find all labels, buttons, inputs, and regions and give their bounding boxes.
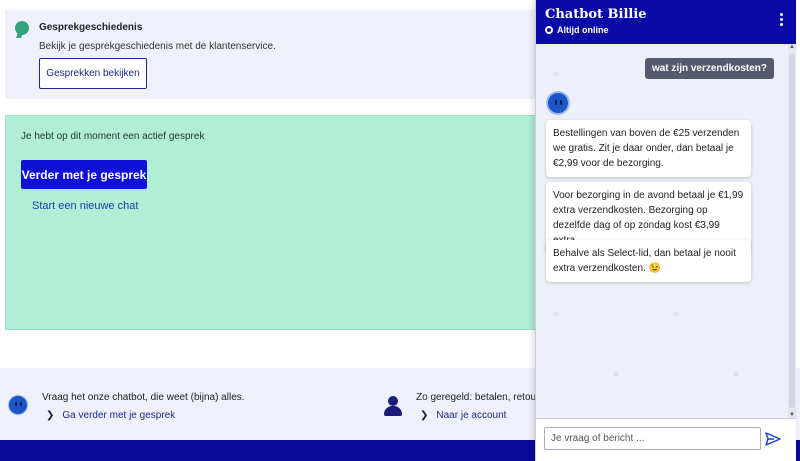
chatbot-avatar-icon [8,395,28,415]
chatbot-avatar-icon [546,91,570,115]
send-icon[interactable] [765,431,781,447]
chat-header: Chatbot Billie Altijd online [536,0,796,44]
footer-account-link-label: Naar je account [436,410,507,421]
history-description: Bekijk je gesprekgeschiedenis met de kla… [39,41,276,52]
bot-message: Bestellingen van boven de €25 verzenden … [546,120,751,177]
continue-chat-button[interactable]: Verder met je gesprek [21,160,147,189]
chat-input-area [536,418,796,461]
active-chat-message: Je hebt op dit moment een actief gesprek [21,131,205,142]
chat-bubble-icon [15,21,29,35]
bot-message: Behalve als Select-lid, dan betaal je no… [546,240,751,282]
footer-account-text: Zo geregeld: betalen, retour [416,392,540,403]
user-account-icon [384,396,402,416]
chat-title: Chatbot Billie [545,7,647,22]
more-options-icon[interactable] [780,13,784,29]
footer-chat-link-label: Ga verder met je gesprek [62,410,176,421]
chat-message-input[interactable] [544,427,761,450]
view-conversations-button[interactable]: Gesprekken bekijken [39,58,147,89]
chat-messages: wat zijn verzendkosten? Bestellingen van… [536,44,788,418]
chevron-right-icon: ❯ [46,410,55,421]
page: Gesprekgeschiedenis Bekijk je gesprekges… [0,0,800,461]
footer-chat-link[interactable]: ❯ Ga verder met je gesprek [46,410,175,421]
new-chat-link[interactable]: Start een nieuwe chat [32,200,138,212]
chat-status: Altijd online [557,25,609,35]
chatbot-window: Chatbot Billie Altijd online wat zijn ve… [535,0,796,461]
online-status-icon [545,26,553,34]
scrollbar-thumb[interactable] [789,54,795,408]
footer-chat-text: Vraag het onze chatbot, die weet (bijna)… [42,392,245,403]
footer-account-link[interactable]: ❯ Naar je account [420,410,506,421]
scroll-up-icon[interactable]: ▲ [789,44,795,50]
history-title: Gesprekgeschiedenis [39,22,143,33]
chat-scrollbar[interactable]: ▲ ▼ [788,44,796,418]
chevron-right-icon: ❯ [420,410,429,421]
user-message: wat zijn verzendkosten? [644,58,774,79]
